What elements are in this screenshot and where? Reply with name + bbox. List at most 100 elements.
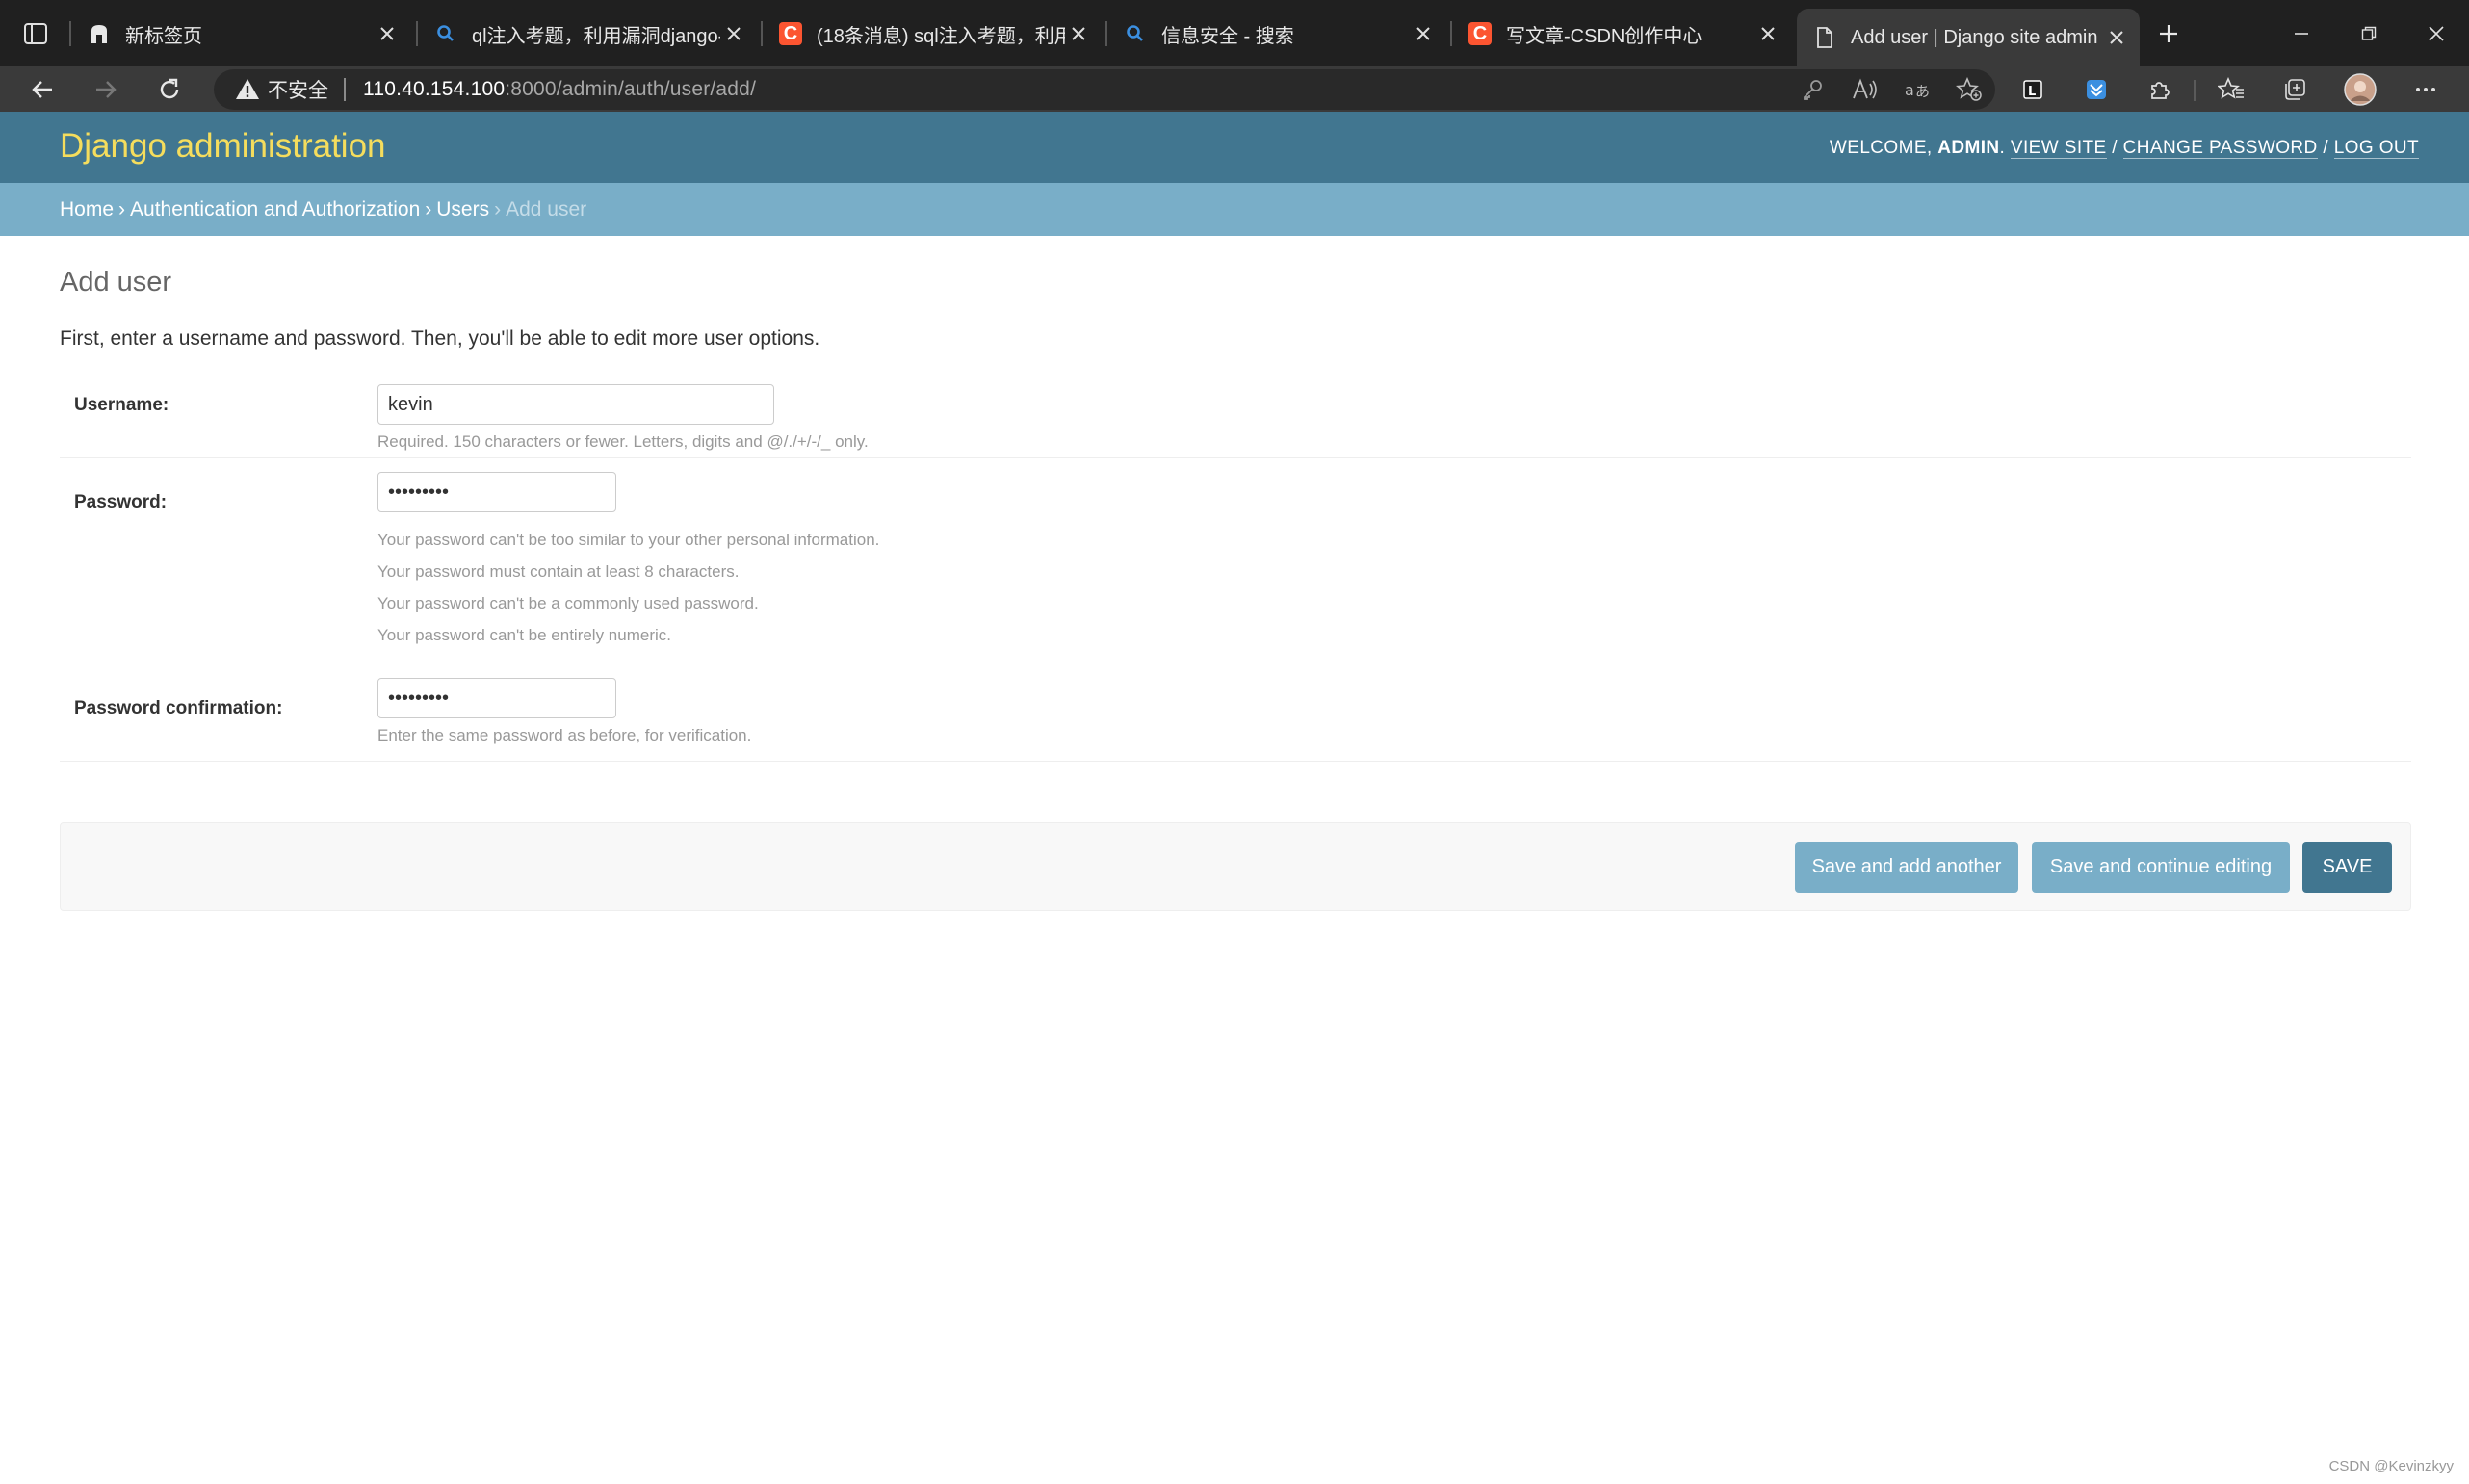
site-branding[interactable]: Django administration [60, 127, 386, 166]
browser-toolbar: 不安全 110.40.154.100:8000/admin/auth/user/… [0, 66, 2469, 112]
address-bar[interactable]: 不安全 110.40.154.100:8000/admin/auth/user/… [214, 69, 1995, 110]
search-icon [1123, 21, 1148, 46]
close-icon[interactable] [2103, 24, 2130, 51]
django-header: Django administration Welcome, admin. Vi… [0, 112, 2469, 183]
restore-icon[interactable] [2352, 17, 2386, 50]
close-icon[interactable] [720, 20, 747, 47]
username-field-wrap: Required. 150 characters or fewer. Lette… [377, 384, 869, 452]
warning-icon[interactable] [235, 77, 260, 102]
tab-title: ql注入考题，利用漏洞django-cv [472, 25, 720, 47]
breadcrumb-current: Add user [506, 198, 587, 221]
save-button[interactable]: Save [2302, 842, 2392, 893]
insecure-label[interactable]: 不安全 [268, 75, 328, 104]
profile-avatar[interactable] [2338, 72, 2382, 107]
address-divider [344, 78, 346, 101]
csdn-icon: C [778, 21, 803, 46]
window-close-icon[interactable] [2419, 17, 2454, 50]
intro-text: First, enter a username and password. Th… [60, 327, 820, 350]
password-field-wrap: Your password can't be too similar to yo… [377, 472, 879, 651]
password-help-list: Your password can't be too similar to yo… [377, 524, 879, 651]
new-tab-button[interactable] [2151, 17, 2186, 50]
search-icon [433, 21, 458, 46]
url-text[interactable]: 110.40.154.100:8000/admin/auth/user/add/ [363, 78, 756, 101]
username-input[interactable] [377, 384, 774, 425]
watermark: CSDN @Kevinzkyy [2328, 1458, 2454, 1474]
password-confirmation-input[interactable] [377, 678, 616, 718]
more-icon[interactable] [2404, 72, 2448, 107]
password-help-item: Your password can't be too similar to yo… [377, 531, 880, 549]
tab-actions-icon[interactable] [21, 19, 50, 48]
toolbar-separator [2194, 80, 2196, 101]
csdn-icon: C [1468, 21, 1493, 46]
refresh-icon[interactable] [150, 72, 189, 107]
translate-icon[interactable]: aあ [1891, 69, 1943, 110]
breadcrumb-users[interactable]: Users [436, 198, 489, 221]
close-icon[interactable] [1410, 20, 1437, 47]
address-bar-icons: aあ [1787, 69, 1995, 110]
change-password-link[interactable]: Change password [2122, 138, 2318, 159]
bookmark-extension-icon[interactable] [2074, 72, 2118, 107]
password-help-item: Your password can't be entirely numeric. [377, 626, 671, 644]
breadcrumb: Home › Authentication and Authorization › Us… [0, 183, 2469, 236]
close-icon[interactable] [1065, 20, 1092, 47]
add-favorite-icon[interactable] [1943, 69, 1995, 110]
tab-title: (18条消息) sql注入考题，利用漏 [817, 25, 1065, 47]
tab-new-tab[interactable]: 新标签页 [71, 10, 410, 58]
password-label: Password: [74, 492, 168, 512]
tab-search-sql[interactable]: ql注入考题，利用漏洞django-cv [418, 10, 757, 58]
url-host: 110.40.154.100 [363, 78, 506, 100]
close-icon[interactable] [374, 20, 401, 47]
password-input[interactable] [377, 472, 616, 512]
forward-icon[interactable] [87, 72, 125, 107]
breadcrumb-separator: › [118, 198, 126, 221]
password-confirmation-field-wrap: Enter the same password as before, for v… [377, 678, 751, 745]
log-out-link[interactable]: Log out [2333, 138, 2419, 159]
extension-icon[interactable]: L [2011, 72, 2055, 107]
form-row-password-confirmation: Password confirmation: Enter the same pa… [60, 664, 2411, 762]
save-and-continue-button[interactable]: Save and continue editing [2032, 842, 2290, 893]
tab-search-security[interactable]: 信息安全 - 搜索 [1107, 10, 1446, 58]
puzzle-icon[interactable] [2138, 72, 2182, 107]
close-icon[interactable] [1754, 20, 1781, 47]
svg-text:a: a [1905, 81, 1914, 99]
collections-icon[interactable] [2273, 72, 2317, 107]
breadcrumb-app[interactable]: Authentication and Authorization [130, 198, 420, 221]
tab-title: 写文章-CSDN创作中心 [1506, 25, 1702, 47]
password-confirmation-label: Password confirmation: [74, 698, 283, 718]
new-tab-icon [87, 21, 112, 46]
svg-text:あ: あ [1915, 83, 1930, 100]
password-help-item: Your password can't be a commonly used p… [377, 594, 759, 612]
submit-row: Save and add another Save and continue e… [60, 822, 2411, 911]
breadcrumb-home[interactable]: Home [60, 198, 114, 221]
password-confirmation-help: Enter the same password as before, for v… [377, 726, 752, 744]
read-aloud-icon[interactable] [1839, 69, 1891, 110]
view-site-link[interactable]: View site [2010, 138, 2107, 159]
username-help: Required. 150 characters or fewer. Lette… [377, 432, 869, 451]
svg-text:L: L [2028, 85, 2036, 99]
tab-csdn-editor[interactable]: C 写文章-CSDN创作中心 [1452, 10, 1791, 58]
user-tools: Welcome, admin. View site / Change passw… [1829, 138, 2419, 159]
tab-csdn-article[interactable]: C (18条消息) sql注入考题，利用漏 [763, 10, 1102, 58]
page-title: Add user [60, 267, 172, 298]
form-row-username: Username: Required. 150 characters or fe… [60, 372, 2411, 458]
form-row-password: Password: Your password can't be too sim… [60, 458, 2411, 664]
welcome-text: Welcome, [1829, 138, 1933, 158]
tab-title: 信息安全 - 搜索 [1161, 25, 1294, 47]
breadcrumb-separator: › [425, 198, 432, 221]
back-icon[interactable] [23, 72, 62, 107]
tab-title: 新标签页 [125, 25, 202, 47]
content: Add user First, enter a username and pas… [60, 236, 2411, 911]
username-label: Username: [74, 395, 169, 415]
page-icon [1812, 25, 1837, 50]
minimize-icon[interactable] [2284, 17, 2319, 50]
browser-tab-bar: 新标签页 ql注入考题，利用漏洞django-cv C (18条消息) sql注… [0, 0, 2469, 66]
key-icon[interactable] [1787, 69, 1839, 110]
url-path: :8000/admin/auth/user/add/ [505, 78, 757, 100]
breadcrumb-separator: › [494, 198, 502, 221]
tab-title: Add user | Django site admin [1851, 26, 2098, 48]
password-help-item: Your password must contain at least 8 ch… [377, 562, 740, 581]
save-and-add-another-button[interactable]: Save and add another [1795, 842, 2018, 893]
username-display: admin [1937, 138, 2000, 158]
favorites-icon[interactable] [2209, 72, 2253, 107]
tab-django-add-user[interactable]: Add user | Django site admin [1797, 9, 2140, 66]
